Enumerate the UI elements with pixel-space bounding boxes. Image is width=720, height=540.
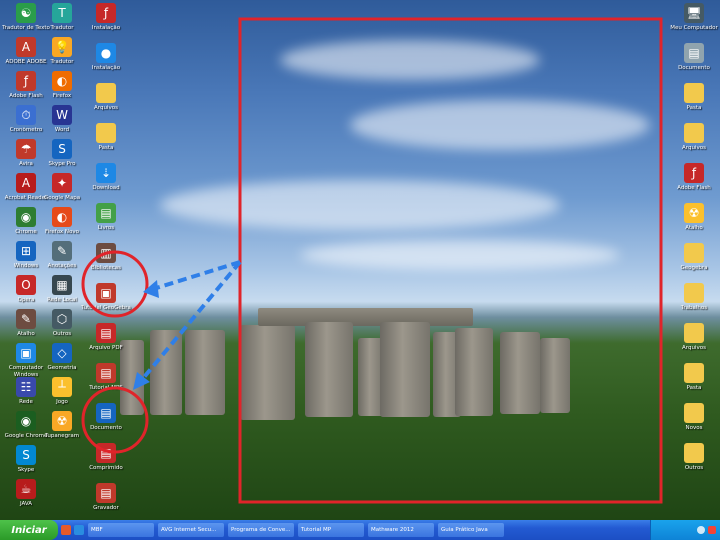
taskbar-task-button[interactable]: Guia Prático Java — [438, 523, 504, 537]
taskbar-task-button[interactable]: Tutorial MP — [298, 523, 364, 537]
taskbar: Iniciar MBF AVG Internet Secu... Programa … — [0, 520, 720, 540]
taskbar-task-button[interactable]: MBF — [88, 523, 154, 537]
dashed-arrow — [138, 260, 242, 384]
taskbar-task-button[interactable]: AVG Internet Secu... — [158, 523, 224, 537]
tray-antivirus-icon[interactable] — [708, 526, 716, 534]
start-button[interactable]: Iniciar — [0, 520, 58, 540]
highlight-rectangle — [238, 17, 663, 504]
quicklaunch-firefox-icon[interactable] — [61, 525, 71, 535]
annotation-overlay — [81, 17, 663, 504]
taskbar-task-button[interactable]: Programa de Conve... — [228, 523, 294, 537]
taskbar-task-button[interactable]: Mathware 2012 — [368, 523, 434, 537]
taskbar-tasks: MBF AVG Internet Secu... Programa de Conve… — [84, 523, 504, 537]
tray-network-icon[interactable] — [697, 526, 705, 534]
desktop-wallpaper: ☯ Tradutor de Texto A ADOBE ADOBE ƒ Adobe Fla… — [0, 0, 720, 520]
system-tray — [650, 520, 720, 540]
quicklaunch-ie-icon[interactable] — [74, 525, 84, 535]
highlight-circle — [81, 386, 149, 454]
start-label: Iniciar — [11, 524, 47, 536]
highlight-circle — [81, 250, 149, 318]
